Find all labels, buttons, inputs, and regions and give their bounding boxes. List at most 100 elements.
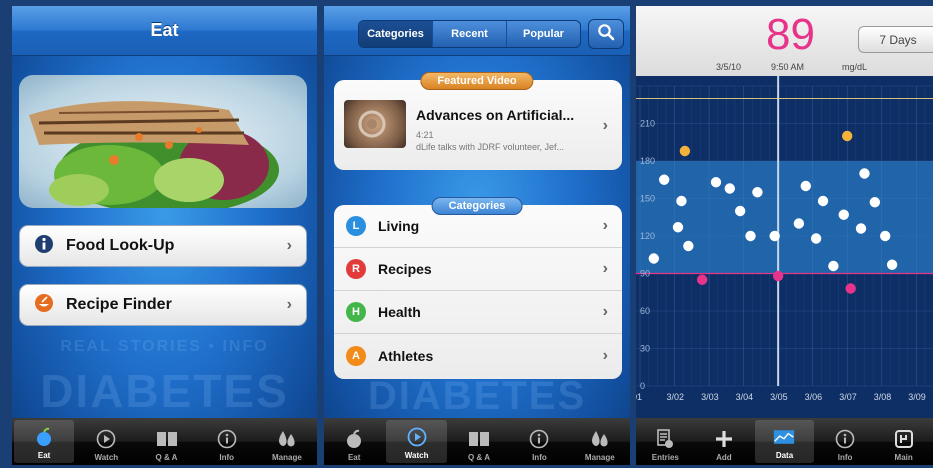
featured-video-label: Featured Video — [420, 72, 534, 90]
navbar: Categories Recent Popular — [324, 6, 630, 56]
y-tick-label: 150 — [640, 194, 655, 204]
tab-eat[interactable]: Eat — [14, 420, 75, 463]
reading-point — [683, 240, 694, 252]
reading-point — [724, 183, 735, 194]
y-tick-label: 0 — [640, 381, 645, 391]
tab-qa[interactable]: Q & A — [449, 418, 509, 465]
plus-icon — [713, 428, 735, 450]
reading-date: 3/5/10 — [716, 62, 742, 72]
tab-label: Info — [219, 453, 235, 462]
tab-label: Eat — [37, 451, 51, 460]
segmented-control: Categories Recent Popular — [358, 20, 581, 48]
watermark-diabetes: DIABETES — [40, 365, 289, 417]
segment-categories[interactable]: Categories — [359, 21, 433, 47]
chevron-right-icon: › — [286, 237, 292, 254]
reading-point — [838, 209, 849, 220]
reading-unit: mg/dL — [842, 62, 868, 72]
y-tick-label: 30 — [640, 344, 650, 354]
tab-data[interactable]: Data — [755, 420, 814, 463]
tab-qa[interactable]: Q & A — [136, 418, 196, 465]
info-icon — [528, 428, 550, 450]
drops-icon — [589, 428, 611, 450]
reading-point — [859, 168, 870, 179]
y-tick-label: 180 — [640, 156, 655, 166]
tab-entries[interactable]: Entries — [636, 418, 695, 465]
drops-icon — [276, 428, 298, 450]
tab-label: Info — [837, 453, 853, 462]
tab-label: Manage — [272, 453, 302, 462]
navbar: Eat — [12, 6, 317, 56]
x-tick-label: 3/09 — [908, 392, 926, 402]
reading-point — [658, 174, 670, 185]
reading-point — [879, 230, 891, 242]
reading-header: 89 7 Days 3/5/10 9:50 AM mg/dL — [636, 6, 933, 76]
low-reading-point — [696, 274, 708, 285]
tab-add[interactable]: Add — [695, 418, 754, 465]
category-label: Health — [378, 304, 421, 320]
y-tick-label: 210 — [640, 119, 655, 129]
x-tick-label: 3/04 — [736, 392, 754, 402]
segment-recent[interactable]: Recent — [433, 21, 507, 47]
segment-popular[interactable]: Popular — [507, 21, 580, 47]
food-lookup-label: Food Look-Up — [66, 237, 175, 254]
info-icon — [216, 428, 238, 450]
reading-point — [869, 197, 881, 208]
tab-info[interactable]: Info — [197, 418, 257, 465]
tab-label: Watch — [404, 451, 429, 460]
category-health[interactable]: H Health › — [334, 291, 622, 334]
info-icon — [834, 428, 856, 450]
categories-list: L Living › R Recipes › H Health › A Athl… — [334, 205, 622, 379]
y-tick-label: 90 — [640, 269, 650, 279]
watermark-diabetes: DIABETES — [367, 374, 587, 418]
chart-icon — [773, 426, 795, 448]
tab-watch[interactable]: Watch — [386, 420, 447, 463]
recipe-finder-button[interactable]: Recipe Finder › — [19, 284, 307, 326]
tab-label: Eat — [347, 453, 361, 462]
tab-manage[interactable]: Manage — [257, 418, 317, 465]
tab-label: Manage — [584, 453, 615, 462]
range-button[interactable]: 7 Days — [858, 26, 933, 53]
recipe-finder-label: Recipe Finder — [66, 296, 172, 313]
tab-info[interactable]: Info — [509, 418, 569, 465]
entries-icon — [654, 428, 676, 450]
food-lookup-button[interactable]: Food Look-Up › — [19, 225, 307, 267]
category-label: Recipes — [378, 261, 432, 277]
category-recipes[interactable]: R Recipes › — [334, 248, 622, 291]
high-reading-point — [842, 130, 853, 142]
watermark-text: REAL STORIES • INFO — [60, 338, 269, 355]
tab-bar: Eat Watch Q & A Info Manage — [324, 418, 630, 465]
y-tick-label: 120 — [640, 231, 655, 241]
tab-label: Watch — [94, 453, 119, 462]
tab-label: Info — [532, 453, 547, 462]
tab-main[interactable]: Main — [874, 418, 933, 465]
reading-point — [855, 223, 867, 234]
glucose-chart[interactable]: 0 30 60 90 120 150 180 210 01 3/02 3/03 3/04 3/05 3/0… — [636, 76, 933, 418]
reading-point — [793, 218, 805, 229]
x-tick-label: 3/08 — [874, 392, 892, 402]
reading-point — [734, 205, 746, 217]
tab-eat[interactable]: Eat — [324, 418, 384, 465]
reading-point — [752, 187, 763, 198]
tab-manage[interactable]: Manage — [570, 418, 630, 465]
apple-icon — [343, 428, 365, 450]
tab-label: Data — [775, 451, 794, 460]
video-description: dLife talks with JDRF volunteer, Jef... — [416, 142, 565, 152]
video-thumbnail — [344, 100, 406, 148]
reading-point — [886, 259, 898, 270]
reading-point — [676, 195, 687, 207]
recipe-icon — [34, 293, 54, 318]
featured-video-card[interactable]: Advances on Artificial... 4:21 dLife tal… — [334, 80, 622, 170]
search-icon — [597, 23, 615, 46]
category-athletes[interactable]: A Athletes › — [334, 334, 622, 377]
letter-h-icon: H — [346, 302, 366, 322]
tab-label: Main — [894, 453, 913, 462]
tab-label: Add — [716, 453, 732, 462]
search-button[interactable] — [588, 19, 624, 49]
low-reading-point — [772, 270, 784, 282]
tab-watch[interactable]: Watch — [76, 418, 136, 465]
tab-info[interactable]: Info — [816, 418, 875, 465]
video-title: Advances on Artificial... — [416, 107, 575, 123]
low-reading-point — [845, 283, 856, 294]
chevron-right-icon: › — [286, 296, 292, 313]
page-title: Eat — [150, 20, 179, 40]
